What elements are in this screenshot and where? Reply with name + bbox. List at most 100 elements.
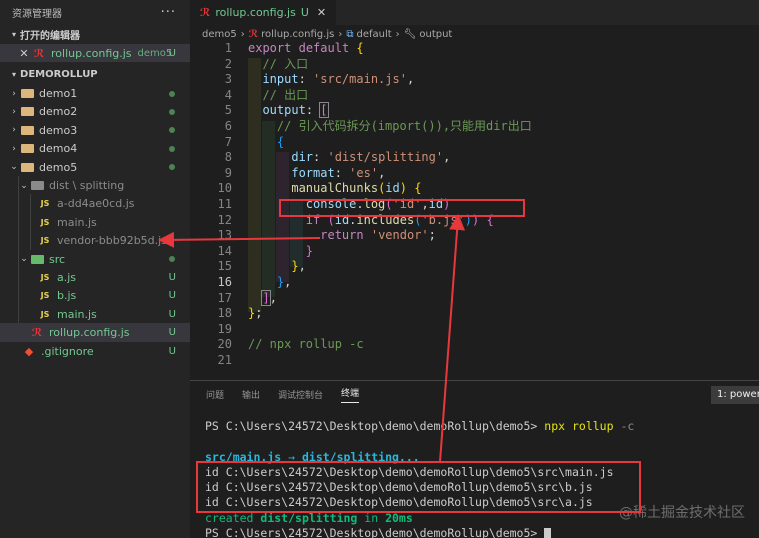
symbol-variable-icon: ⧉ [346,28,354,40]
git-status-badge: U [168,47,176,59]
tree-folder-src[interactable]: ⌄ src [0,250,190,268]
folder-icon [20,87,34,100]
open-editors-header: 打开的编辑器 [20,30,81,42]
tab-output[interactable]: 输出 [242,388,260,401]
tree-file-vendor[interactable]: JS vendor-bbb92b5d.js [0,232,190,250]
chevron-down-icon: ⌄ [20,180,28,191]
tab-filename: rollup.config.js [215,6,296,19]
tab-problems[interactable]: 问题 [206,388,224,401]
arrow-icon: → [288,449,296,464]
code-line: dir: 'dist/splitting', [291,150,451,165]
line-number: 19 [217,321,232,336]
rollup-file-icon: ℛ [200,6,211,19]
rollup-file-icon: ℛ [31,326,43,340]
line-number: 9 [224,165,232,180]
chevron-right-icon: › [240,28,245,40]
terminal-output[interactable]: PS C:\Users\24572\Desktop\demo\demoRollu… [205,419,634,538]
line-number: 1 [224,41,232,55]
rollup-file-icon: ℛ [248,28,259,40]
terminal-select[interactable]: 1: powershell [711,386,759,404]
code-line: // 引入代码拆分(import()),只能用dir出口 [276,119,532,133]
git-status-badge: U [168,308,176,320]
line-number: 13 [217,228,232,243]
git-modified-dot [169,164,175,171]
terminal-line: id C:\Users\24572\Desktop\demo\demoRollu… [205,480,593,495]
tree-label: a.js [57,270,77,284]
breadcrumb-item[interactable]: output [419,29,452,40]
tree-file-b[interactable]: JS b.js U [0,287,190,305]
created-word: created [205,510,254,525]
chevron-right-icon: › [338,28,343,40]
code-line: if (id.includes('b.js')) { [305,212,494,227]
line-number: 15 [217,259,232,274]
tab-terminal[interactable]: 终端 [341,386,360,403]
line-number: 10 [217,181,232,196]
tree-folder-demo3[interactable]: › demo3 [0,121,190,139]
line-number: 3 [224,72,232,87]
close-icon[interactable]: ✕ [317,6,326,19]
watermark: @稀土掘金技术社区 [619,505,745,521]
more-actions-icon[interactable]: ··· [161,5,176,20]
explorer-title: 资源管理器 [12,8,62,20]
line-number: 7 [224,134,232,149]
tree-folder-demo5[interactable]: ⌄ demo5 [0,158,190,176]
tab-rollup-config[interactable]: ℛ rollup.config.js U ✕ [190,0,337,25]
code-line: } [305,243,314,258]
terminal-line: created dist/splitting in 20ms [205,511,634,526]
tree-label: demo4 [39,142,78,156]
code-line: }, [291,259,306,274]
line-number: 11 [217,197,232,211]
tree-folder-demo4[interactable]: › demo4 [0,140,190,158]
tree-file-dist-main[interactable]: JS main.js [0,213,190,231]
tree-label: demo5 [39,160,78,174]
chevron-down-icon: ⌄ [20,254,28,265]
open-editors-section[interactable]: ▾ 打开的编辑器 [0,24,190,44]
tree-folder-demo1[interactable]: › demo1 [0,84,190,102]
tree-file-src-main[interactable]: JS main.js U [0,305,190,323]
code-line: }, [276,275,292,289]
tree-file-a-dd4ae0cd[interactable]: JS a-dd4ae0cd.js [0,195,190,213]
tree-folder-dist-splitting[interactable]: ⌄ dist \ splitting [0,176,190,194]
folder-icon [20,142,34,155]
tree-file-a[interactable]: JS a.js U [0,268,190,286]
tree-folder-demo2[interactable]: › demo2 [0,103,190,121]
tree-label: b.js [57,289,77,303]
code-line: return 'vendor'; [320,228,436,243]
git-modified-dot [169,127,175,134]
code-line: ], [261,289,277,306]
terminal-line: src/main.js → dist/splitting... [205,450,634,465]
close-icon[interactable]: ✕ [18,47,30,60]
git-modified-dot [169,90,175,97]
open-editor-folder: demo5 [137,47,173,59]
terminal-flag: -c [620,419,635,433]
javascript-file-icon: JS [40,291,50,301]
open-editor-item[interactable]: ✕ ℛ rollup.config.js demo5 U [0,44,190,63]
tab-debug-console[interactable]: 调试控制台 [278,388,323,401]
git-file-icon: ◆ [24,344,34,358]
code-line: // 出口 [262,87,309,102]
project-section[interactable]: ▾ DEMOROLLUP [0,64,190,84]
tree-file-rollup-config[interactable]: ℛ rollup.config.js U [0,323,190,342]
javascript-file-icon: JS [40,236,50,246]
breadcrumb-item[interactable]: demo5 [202,29,237,40]
chevron-down-icon: ⌄ [10,162,18,173]
chevron-right-icon: › [12,106,16,117]
explorer-header: 资源管理器 ··· [0,0,190,24]
line-number: 12 [217,212,232,227]
created-target: dist/splitting [260,510,358,525]
breadcrumb-item[interactable]: rollup.config.js [261,29,334,40]
git-status-badge: U [300,6,309,19]
folder-icon [20,124,34,137]
code-line: { [276,134,285,149]
tree-label: main.js [57,215,97,229]
editor-tabbar: ℛ rollup.config.js U ✕ [190,0,759,25]
open-editor-filename: rollup.config.js [51,46,132,60]
folder-open-icon [30,179,44,192]
terminal-cursor [544,527,552,538]
tree-file-gitignore[interactable]: ◆ .gitignore U [0,342,190,360]
terminal-command: npx rollup [544,419,614,433]
git-modified-dot [169,145,175,152]
chevron-down-icon: ▾ [12,29,17,39]
breadcrumb-item[interactable]: default [356,29,391,40]
